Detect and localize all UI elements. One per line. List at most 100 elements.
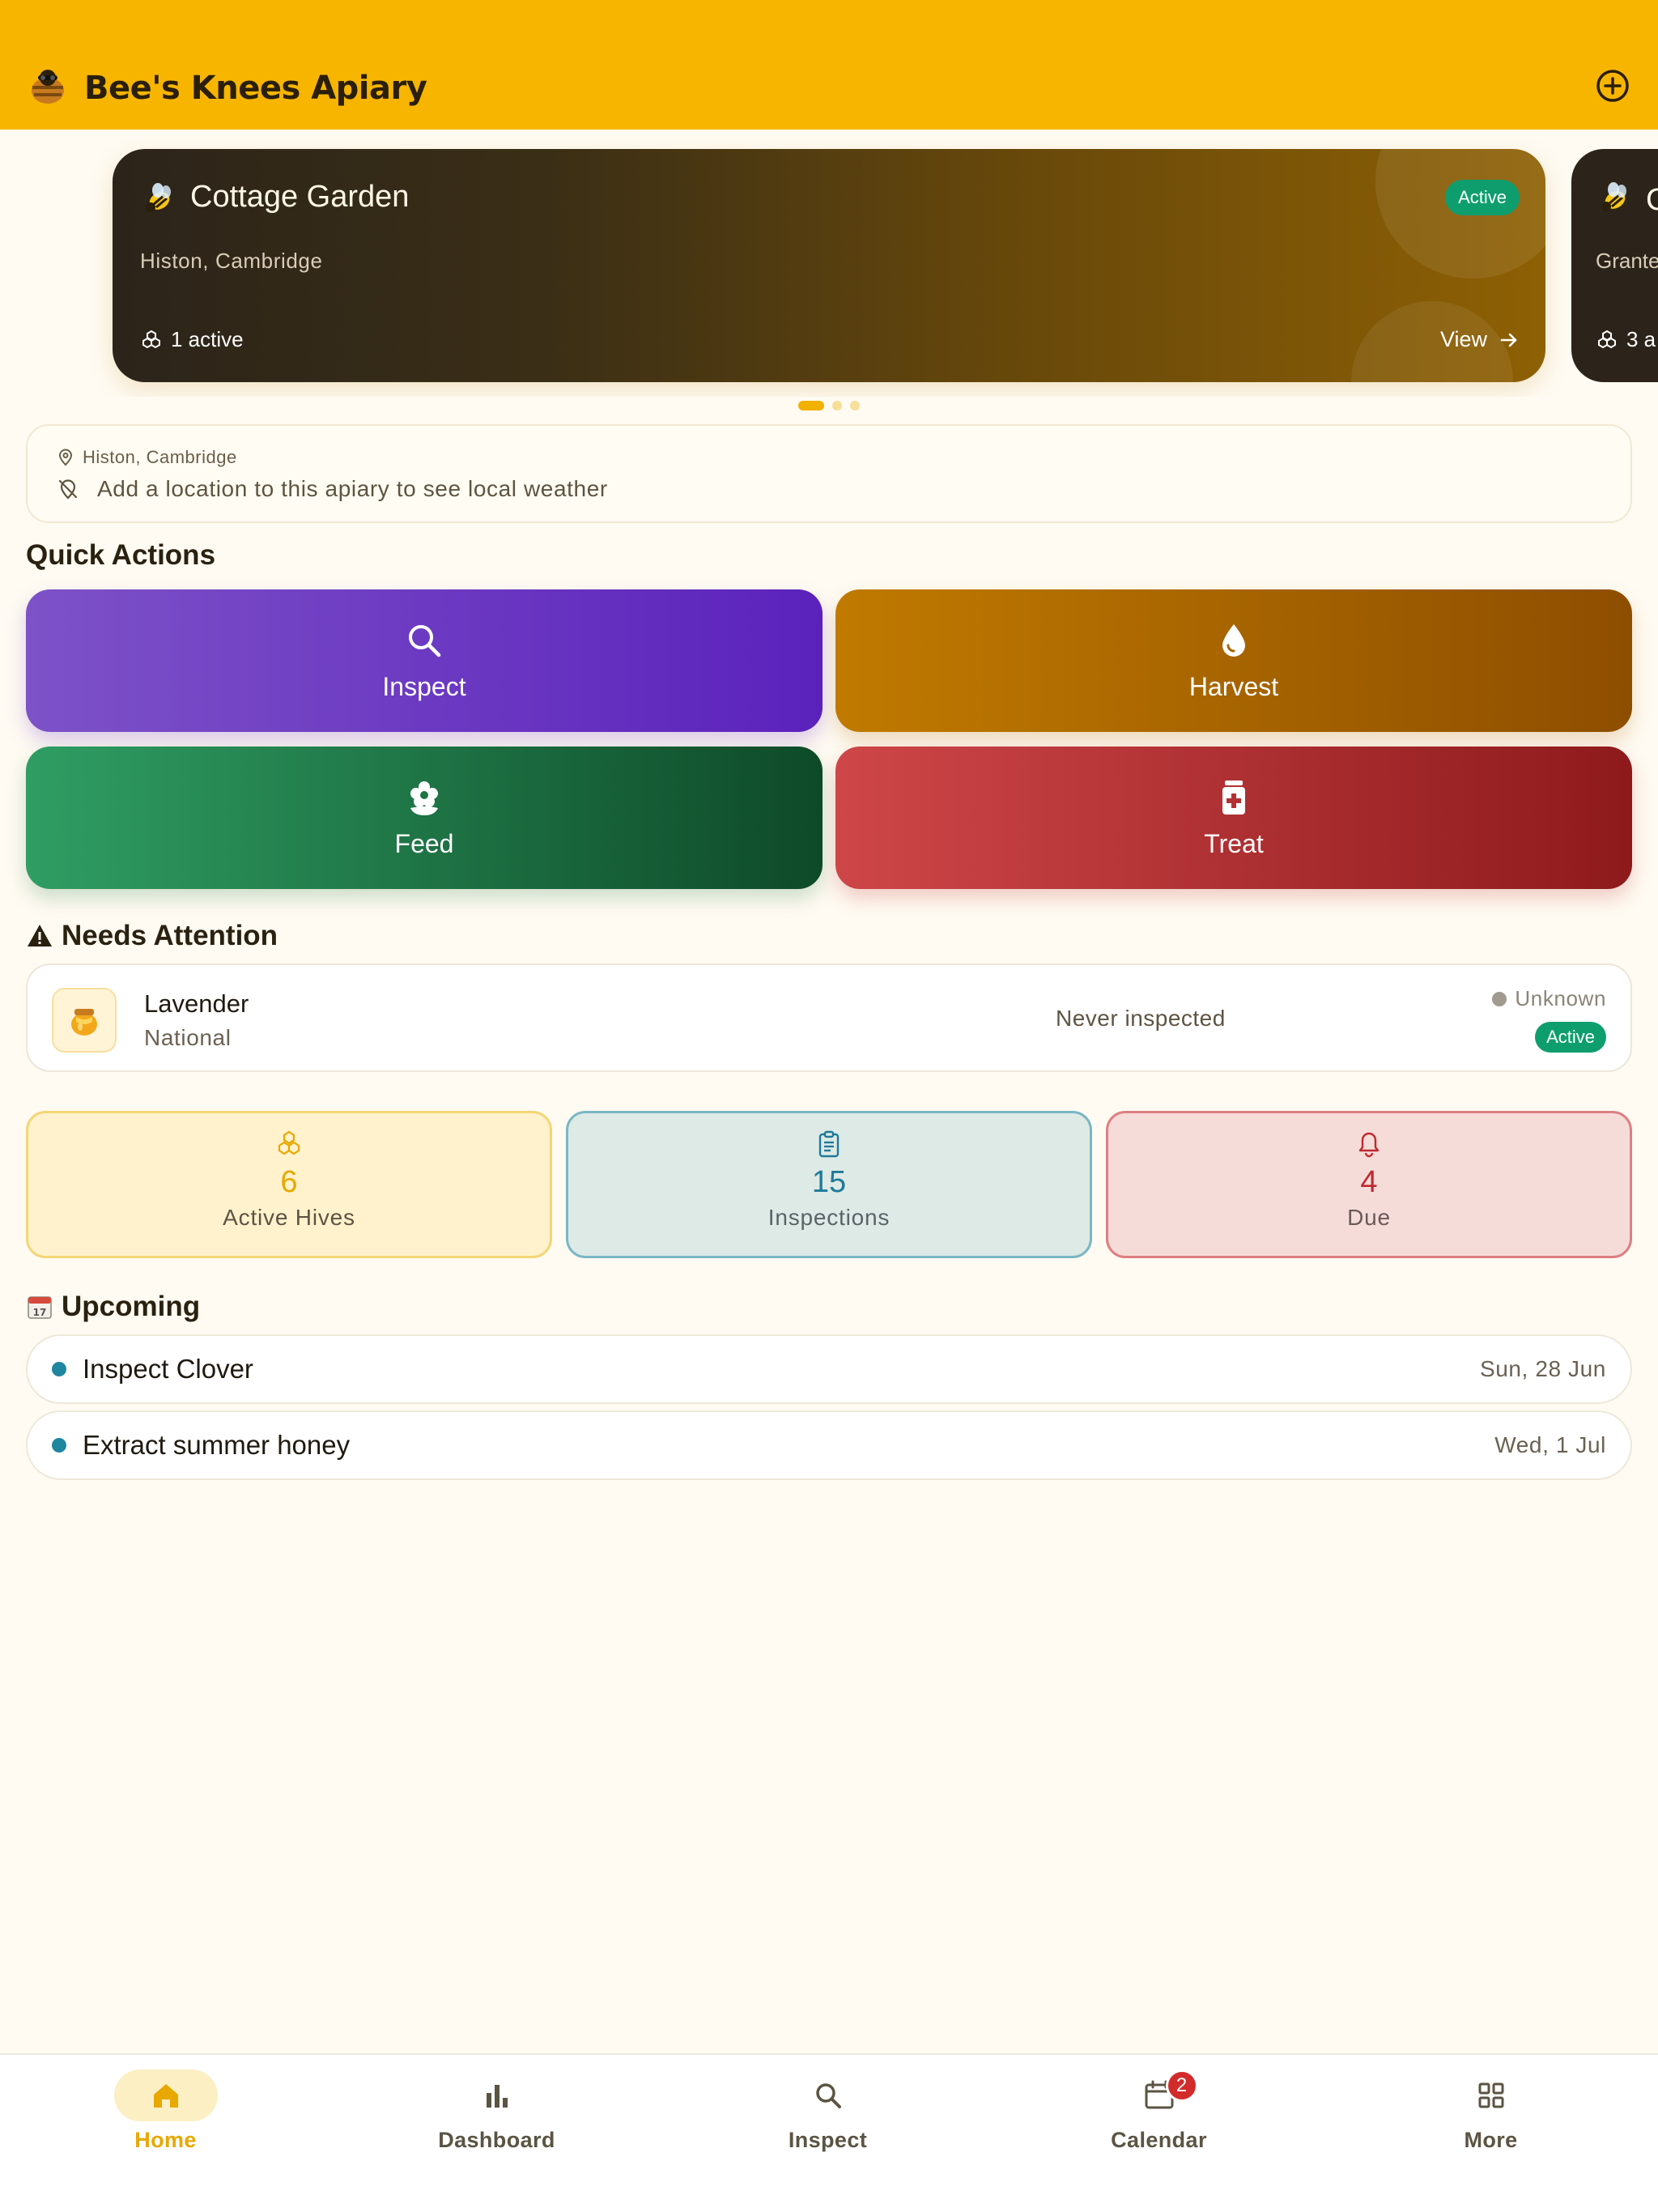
search-icon — [409, 624, 441, 657]
nav-item-more[interactable]: More — [1325, 2055, 1656, 2212]
apiary-name: C — [1646, 183, 1658, 217]
status-badge: Active — [1535, 1022, 1606, 1053]
stat-label: Inspections — [767, 1205, 891, 1230]
nav-label: Dashboard — [438, 2128, 555, 2152]
quick-actions-title: Quick Actions — [26, 539, 216, 571]
nav-pill — [1439, 2069, 1543, 2121]
bottom-nav: Home Dashboard Inspect 2 Calendar More — [0, 2053, 1658, 2212]
status-badge: Active — [1445, 180, 1520, 215]
health-dot — [1492, 991, 1507, 1006]
app-header: Bee's Knees Apiary — [0, 0, 1658, 130]
inspect-label: Inspect — [382, 671, 466, 701]
bee-icon — [146, 182, 171, 212]
apiary-carousel[interactable]: Cottage Garden Histon, Cambridge Active … — [0, 130, 1658, 397]
nav-item-dashboard[interactable]: Dashboard — [331, 2055, 662, 2212]
needs-attention-title: Needs Attention — [26, 920, 278, 952]
carousel-pagination[interactable] — [0, 400, 1658, 411]
weather-card[interactable]: Histon, Cambridge Add a location to this… — [26, 424, 1632, 523]
stat-label: Active Hives — [223, 1205, 355, 1230]
view-apiary-link[interactable]: View — [1440, 327, 1520, 352]
search-icon — [815, 2083, 841, 2108]
apiary-title-row: Cottage Garden — [140, 180, 409, 215]
harvest-label: Harvest — [1188, 671, 1279, 701]
inspect-button[interactable]: Inspect — [26, 589, 823, 732]
hexagon-icon — [278, 1130, 300, 1155]
bee-icon — [1601, 182, 1626, 211]
nav-label: Inspect — [788, 2128, 868, 2152]
calendar-icon: 17 — [28, 1296, 52, 1319]
nav-label: Home — [134, 2128, 197, 2152]
notification-badge: 2 — [1165, 2069, 1198, 2102]
nav-item-calendar[interactable]: 2 Calendar — [993, 2055, 1324, 2212]
hive-thumbnail — [52, 988, 117, 1053]
event-title: Extract summer honey — [83, 1430, 351, 1460]
bell-icon — [1358, 1132, 1380, 1158]
active-hives-stat[interactable]: 6 Active Hives — [26, 1111, 552, 1258]
honey-pot-icon — [71, 1009, 97, 1036]
medicine-icon — [1222, 780, 1245, 815]
event-dot — [52, 1438, 66, 1453]
treat-button[interactable]: Treat — [835, 747, 1632, 889]
drop-icon — [1222, 623, 1245, 657]
nav-label: More — [1464, 2128, 1518, 2152]
bee-hive-icon — [32, 70, 64, 104]
upcoming-event[interactable]: Extract summer honey Wed, 1 Jul — [26, 1410, 1632, 1480]
page-dot[interactable] — [798, 401, 824, 410]
nav-label: Calendar — [1111, 2128, 1207, 2152]
nav-pill: 2 — [1107, 2069, 1211, 2121]
home-icon — [153, 2084, 178, 2108]
weather-message: Add a location to this apiary to see loc… — [57, 476, 608, 502]
svg-text:17: 17 — [33, 1307, 47, 1318]
apiary-card-next[interactable]: C Grante 3 a — [1571, 149, 1658, 382]
clipboard-icon — [818, 1130, 840, 1158]
hive-count-label: 3 a — [1626, 327, 1656, 351]
apiary-location: Histon, Cambridge — [140, 249, 323, 273]
location-off-icon — [58, 479, 78, 500]
hive-count: 3 a — [1596, 327, 1656, 352]
treat-label: Treat — [1204, 828, 1264, 858]
nav-pill — [113, 2069, 218, 2121]
upcoming-event[interactable]: Inspect Clover Sun, 28 Jun — [26, 1334, 1632, 1404]
due-stat[interactable]: 4 Due — [1106, 1111, 1632, 1258]
event-title: Inspect Clover — [83, 1354, 253, 1384]
flower-icon — [410, 781, 438, 815]
needs-attention-label: Needs Attention — [62, 920, 278, 951]
feed-label: Feed — [394, 828, 454, 858]
stat-label: Due — [1347, 1205, 1391, 1230]
map-pin-icon — [58, 449, 73, 466]
arrow-right-icon — [1500, 333, 1517, 347]
stat-value: 15 — [811, 1165, 847, 1199]
weather-message-text: Add a location to this apiary to see loc… — [97, 476, 608, 501]
event-date: Sun, 28 Jun — [1479, 1356, 1606, 1381]
nav-pill — [445, 2069, 549, 2121]
upcoming-label: Upcoming — [62, 1291, 201, 1322]
hive-type: National — [144, 1025, 232, 1050]
weather-location-label: Histon, Cambridge — [83, 447, 237, 467]
health-label: Unknown — [1515, 986, 1606, 1010]
plus-circle-icon — [1596, 70, 1629, 102]
harvest-button[interactable]: Harvest — [835, 589, 1632, 732]
stat-value: 4 — [1360, 1165, 1378, 1199]
hive-count-label: 1 active — [171, 327, 244, 351]
feed-button[interactable]: Feed — [26, 747, 823, 889]
hive-count: 1 active — [140, 327, 244, 352]
nav-item-home[interactable]: Home — [0, 2055, 331, 2212]
inspection-status: Never inspected — [1056, 1006, 1226, 1031]
apiary-location: Grante — [1596, 249, 1658, 273]
apiary-name: Cottage Garden — [190, 180, 410, 214]
inspections-stat[interactable]: 15 Inspections — [566, 1111, 1092, 1258]
nav-item-inspect[interactable]: Inspect — [662, 2055, 993, 2212]
warning-icon — [28, 925, 52, 946]
hexagon-icon — [142, 330, 160, 348]
page-dot[interactable] — [850, 401, 860, 410]
app-title: Bee's Knees Apiary — [84, 70, 427, 107]
grid-icon — [1478, 2082, 1503, 2108]
health-status: Unknown — [1492, 986, 1606, 1011]
event-date: Wed, 1 Jul — [1494, 1432, 1606, 1457]
page-dot[interactable] — [832, 401, 842, 410]
attention-hive-card[interactable]: Lavender National Never inspected Unknow… — [26, 963, 1632, 1072]
apiary-card[interactable]: Cottage Garden Histon, Cambridge Active … — [113, 149, 1545, 382]
bar-chart-icon — [486, 2085, 508, 2108]
event-dot — [52, 1362, 66, 1376]
add-apiary-button[interactable] — [1592, 65, 1634, 107]
